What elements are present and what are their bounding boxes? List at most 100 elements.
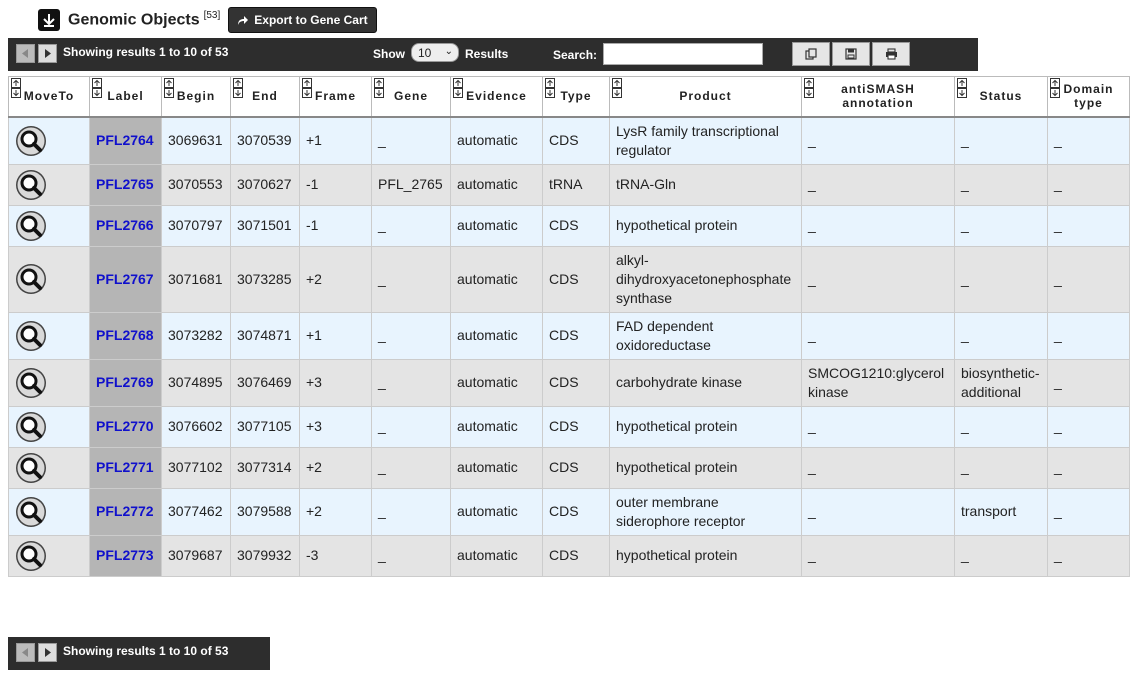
sort-asc-icon[interactable] [164,78,174,88]
sort-desc-icon[interactable] [804,88,814,98]
sort-desc-icon[interactable] [957,88,967,98]
table-row: PFL2773 3079687 3079932 -3 _ automatic CDS hypo… [8,534,1130,577]
magnifier-icon[interactable] [15,125,47,157]
sort-desc-icon[interactable] [612,88,622,98]
column-header-label[interactable]: Label [89,76,162,118]
sort-asc-icon[interactable] [302,78,312,88]
type-cell: CDS [542,405,610,448]
begin-cell: 3076602 [161,405,231,448]
sort-desc-icon[interactable] [374,88,384,98]
page-length-select[interactable]: 10 ⌄ [411,43,459,62]
move-to-cell [8,405,90,448]
gene-label-link[interactable]: PFL2772 [96,503,154,519]
column-header-product[interactable]: Product [609,76,802,118]
column-header-end[interactable]: End [230,76,300,118]
magnifier-icon[interactable] [15,411,47,443]
prev-page-button[interactable] [16,44,35,63]
triangle-left-icon [22,49,28,58]
sort-desc-icon[interactable] [233,88,243,98]
gene-label-link[interactable]: PFL2769 [96,374,154,390]
column-header-moveto[interactable]: MoveTo [8,76,90,118]
move-to-cell [8,534,90,577]
gene-label-link[interactable]: PFL2773 [96,547,154,563]
sort-asc-icon[interactable] [957,78,967,88]
next-page-button-bottom[interactable] [38,643,57,662]
column-label: Begin [176,89,216,104]
status-cell: _ [954,163,1048,206]
sort-desc-icon[interactable] [92,88,102,98]
domain-cell: _ [1047,116,1130,165]
frame-cell: +3 [299,405,372,448]
magnifier-icon[interactable] [15,263,47,295]
sort-asc-icon[interactable] [233,78,243,88]
sort-desc-icon[interactable] [302,88,312,98]
label-cell: PFL2773 [89,534,162,577]
domain-cell: _ [1047,405,1130,448]
magnifier-icon[interactable] [15,452,47,484]
sort-controls [302,78,312,98]
gene-label-link[interactable]: PFL2770 [96,418,154,434]
column-header-type[interactable]: Type [542,76,610,118]
gene-label-link[interactable]: PFL2768 [96,327,154,343]
domain-cell: _ [1047,487,1130,536]
prev-page-button-bottom[interactable] [16,643,35,662]
magnifier-icon[interactable] [15,496,47,528]
table-toolbar-top: Showing results 1 to 10 of 53 Show 10 ⌄ … [8,38,978,71]
domain-cell: _ [1047,534,1130,577]
end-cell: 3070539 [230,116,300,165]
magnifier-icon[interactable] [15,169,47,201]
column-header-gene[interactable]: Gene [371,76,451,118]
column-header-evidence[interactable]: Evidence [450,76,543,118]
next-page-button[interactable] [38,44,57,63]
print-button[interactable] [872,42,910,66]
sort-asc-icon[interactable] [453,78,463,88]
export-to-gene-cart-button[interactable]: Export to Gene Cart [228,7,377,33]
frame-cell: +2 [299,446,372,489]
sort-controls [164,78,174,98]
sort-desc-icon[interactable] [164,88,174,98]
sort-asc-icon[interactable] [612,78,622,88]
gene-label-link[interactable]: PFL2766 [96,217,154,233]
magnifier-icon[interactable] [15,367,47,399]
move-to-cell [8,204,90,247]
sort-asc-icon[interactable] [11,78,21,88]
column-header-status[interactable]: Status [954,76,1048,118]
copy-button[interactable] [792,42,830,66]
magnifier-icon[interactable] [15,210,47,242]
sort-asc-icon[interactable] [92,78,102,88]
table-row: PFL2768 3073282 3074871 +1 _ automatic CDS FAD … [8,311,1130,360]
gene-label-link[interactable]: PFL2764 [96,132,154,148]
end-cell: 3073285 [230,245,300,313]
column-header-domain-type[interactable]: Domain type [1047,76,1130,118]
save-button[interactable] [832,42,870,66]
sort-desc-icon[interactable] [545,88,555,98]
sort-asc-icon[interactable] [374,78,384,88]
end-cell: 3077105 [230,405,300,448]
product-cell: hypothetical protein [609,534,802,577]
column-header-frame[interactable]: Frame [299,76,372,118]
gene-label-link[interactable]: PFL2765 [96,176,154,192]
results-info: Showing results 1 to 10 of 53 [63,45,229,59]
status-cell: biosynthetic-additional [954,358,1048,407]
sort-desc-icon[interactable] [11,88,21,98]
column-header-antismash-annotation[interactable]: antiSMASH annotation [801,76,955,118]
gene-label-link[interactable]: PFL2767 [96,271,154,287]
magnifier-icon[interactable] [15,540,47,572]
collapse-icon[interactable] [38,9,60,31]
sort-asc-icon[interactable] [804,78,814,88]
gene-cell: PFL_2765 [371,163,451,206]
search-input[interactable] [603,43,763,65]
gene-label-link[interactable]: PFL2771 [96,459,154,475]
sort-asc-icon[interactable] [1050,78,1060,88]
begin-cell: 3073282 [161,311,231,360]
type-cell: CDS [542,204,610,247]
sort-desc-icon[interactable] [453,88,463,98]
type-cell: CDS [542,534,610,577]
sort-asc-icon[interactable] [545,78,555,88]
product-cell: LysR family transcriptional regulator [609,116,802,165]
pager-top [16,44,60,63]
magnifier-icon[interactable] [15,320,47,352]
begin-cell: 3077462 [161,487,231,536]
column-header-begin[interactable]: Begin [161,76,231,118]
sort-desc-icon[interactable] [1050,88,1060,98]
